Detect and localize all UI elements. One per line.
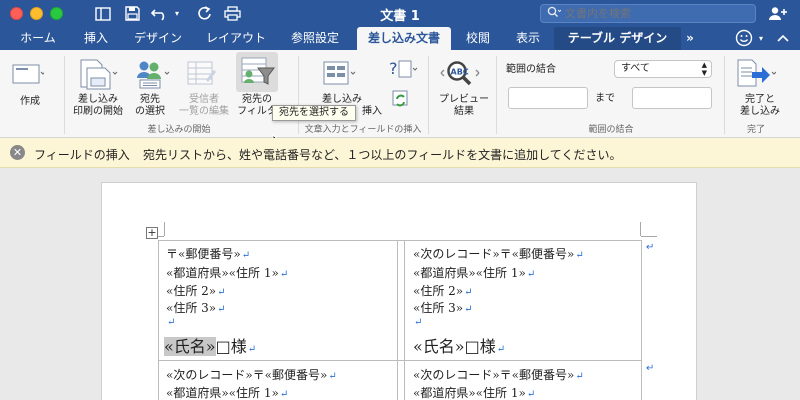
table-border	[397, 240, 398, 400]
range-to-label: まで	[595, 93, 615, 104]
message-bar: ✕ フィールドの挿入 宛先リストから、姓や電話番号など、１つ以上のフィールドを文…	[0, 138, 800, 168]
table-border	[641, 240, 642, 400]
tab-layout[interactable]: レイアウト	[199, 27, 273, 50]
range-select-value: すべて	[621, 63, 650, 74]
filter-recipients-icon[interactable]	[236, 52, 278, 92]
insert-field-button-label[interactable]: 挿入	[360, 106, 384, 118]
smiley-feedback-icon[interactable]	[732, 27, 756, 50]
share-person-icon[interactable]	[766, 4, 790, 23]
create-button[interactable]: 作成	[12, 96, 48, 108]
tab-design[interactable]: デザイン	[126, 27, 190, 50]
message-text: 宛先リストから、姓や電話番号など、１つ以上のフィールドを文書に追加してください。	[143, 148, 622, 162]
finish-merge-icon[interactable]	[736, 58, 777, 94]
tab-home[interactable]: ホーム	[10, 27, 66, 50]
group-label-finish: 完了	[746, 125, 765, 135]
undo-dropdown-icon[interactable]: ▾	[172, 4, 182, 23]
edit-recipient-list-button[interactable]: 受信者 一覧の編集	[178, 94, 230, 118]
tab-insert[interactable]: 挿入	[74, 27, 118, 50]
cell-line[interactable]: ↵	[413, 314, 422, 328]
cell-line[interactable]: «次のレコード»〒«郵便番号»↵	[166, 366, 337, 383]
tab-review[interactable]: 校閲	[458, 27, 498, 50]
ribbon-separator	[496, 56, 497, 134]
sidebar-toggle-icon[interactable]	[94, 4, 112, 23]
close-message-icon[interactable]: ✕	[10, 145, 25, 160]
select-arrows-icon: ▲ ▼	[701, 61, 707, 77]
collapse-ribbon-icon[interactable]	[774, 27, 792, 50]
selected-name-field: «氏名»	[164, 337, 216, 356]
tab-table-design[interactable]: テーブル デザイン	[554, 27, 681, 50]
group-label-range: 範囲の結合	[588, 125, 634, 135]
document-title: 文書 1	[380, 9, 420, 24]
group-label-fields: 文章入力とフィールドの挿入	[304, 125, 422, 135]
tab-references[interactable]: 参照設定	[281, 27, 349, 50]
tab-overflow-button[interactable]: »	[681, 27, 699, 50]
crop-mark	[164, 222, 165, 236]
finish-merge-button[interactable]: 完了と 差し込み	[732, 94, 788, 118]
range-select[interactable]: すべて ▲ ▼	[614, 60, 712, 78]
minimize-window-button[interactable]	[30, 7, 43, 20]
range-from-input[interactable]	[508, 87, 588, 109]
ribbon-tab-bar: ホーム 挿入 デザイン レイアウト 参照設定 差し込み文書 校閲 表示 テーブル…	[0, 27, 800, 50]
cell-line[interactable]: «都道府県»«住所 1»↵	[413, 264, 535, 281]
cell-line-name[interactable]: «氏名»□様↵	[164, 333, 256, 357]
save-icon[interactable]	[123, 4, 141, 23]
update-labels-icon[interactable]	[392, 90, 412, 112]
tooltip: 宛先を選択する	[272, 105, 356, 121]
crop-mark	[641, 236, 657, 237]
end-of-row-mark: ↵	[646, 242, 655, 253]
cell-line[interactable]: ↵	[166, 314, 175, 328]
cell-line[interactable]: «都道府県»«住所 1»↵	[166, 384, 288, 400]
ribbon-separator	[428, 56, 429, 134]
search-input[interactable]	[540, 4, 756, 23]
fullscreen-window-button[interactable]	[50, 7, 63, 20]
feedback-dropdown-icon[interactable]: ▾	[756, 27, 766, 50]
cell-line[interactable]: «次のレコード»〒«郵便番号»↵	[413, 245, 584, 262]
end-of-row-mark: ↵	[646, 363, 655, 374]
select-recipients-icon[interactable]	[132, 58, 172, 94]
start-merge-button[interactable]: 差し込み 印刷の開始	[68, 94, 128, 118]
print-icon[interactable]	[222, 4, 242, 23]
table-border	[158, 360, 642, 361]
table-move-handle-icon[interactable]: +	[146, 227, 158, 239]
envelope-create-icon[interactable]	[12, 62, 46, 90]
select-recipients-button[interactable]: 宛先 の選択	[128, 94, 172, 118]
cell-line[interactable]: «住所 2»↵	[413, 282, 473, 299]
title-bar: ▾ 文書 1	[0, 0, 800, 27]
insert-merge-field-icon[interactable]	[322, 58, 356, 92]
ribbon-separator	[64, 56, 65, 134]
range-label: 範囲の結合	[506, 64, 556, 75]
message-title: フィールドの挿入	[34, 148, 130, 162]
cell-line[interactable]: «住所 2»↵	[166, 282, 226, 299]
rules-help-icon[interactable]: ?	[388, 58, 418, 84]
ribbon-separator	[724, 56, 725, 134]
tab-mailings[interactable]: 差し込み文書	[357, 27, 451, 50]
group-label-start-merge: 差し込みの開始	[147, 125, 211, 135]
redo-icon[interactable]	[195, 4, 213, 23]
ribbon-separator	[298, 56, 299, 134]
tab-view[interactable]: 表示	[506, 27, 550, 50]
cell-line[interactable]: «次のレコード»〒«郵便番号»↵	[413, 366, 584, 383]
preview-results-icon[interactable]: ABC	[440, 58, 480, 94]
svg-text:ABC: ABC	[451, 68, 469, 77]
edit-recipient-list-icon[interactable]	[186, 58, 218, 94]
search-icon	[547, 6, 562, 20]
range-to-input[interactable]	[632, 87, 712, 109]
start-merge-icon[interactable]	[78, 58, 118, 94]
undo-icon[interactable]	[150, 4, 170, 23]
crop-mark	[640, 222, 641, 236]
table-border	[158, 240, 159, 400]
svg-text:?: ?	[389, 59, 398, 78]
cell-line[interactable]: «都道府県»«住所 1»↵	[166, 264, 288, 281]
preview-results-button[interactable]: プレビュー 結果	[436, 94, 492, 118]
cell-line[interactable]: 〒«郵便番号»↵	[166, 245, 250, 262]
close-window-button[interactable]	[10, 7, 23, 20]
cell-line[interactable]: «都道府県»«住所 1»↵	[413, 384, 535, 400]
table-border	[404, 240, 405, 400]
ribbon-mailings: 作成 差し込み 印刷の開始 宛先 の選択 受信者 一覧の編集 宛先の フィルタ 差し込み…	[0, 50, 800, 152]
table-border	[158, 240, 642, 241]
cell-line-name[interactable]: «氏名»□様↵	[413, 333, 505, 357]
